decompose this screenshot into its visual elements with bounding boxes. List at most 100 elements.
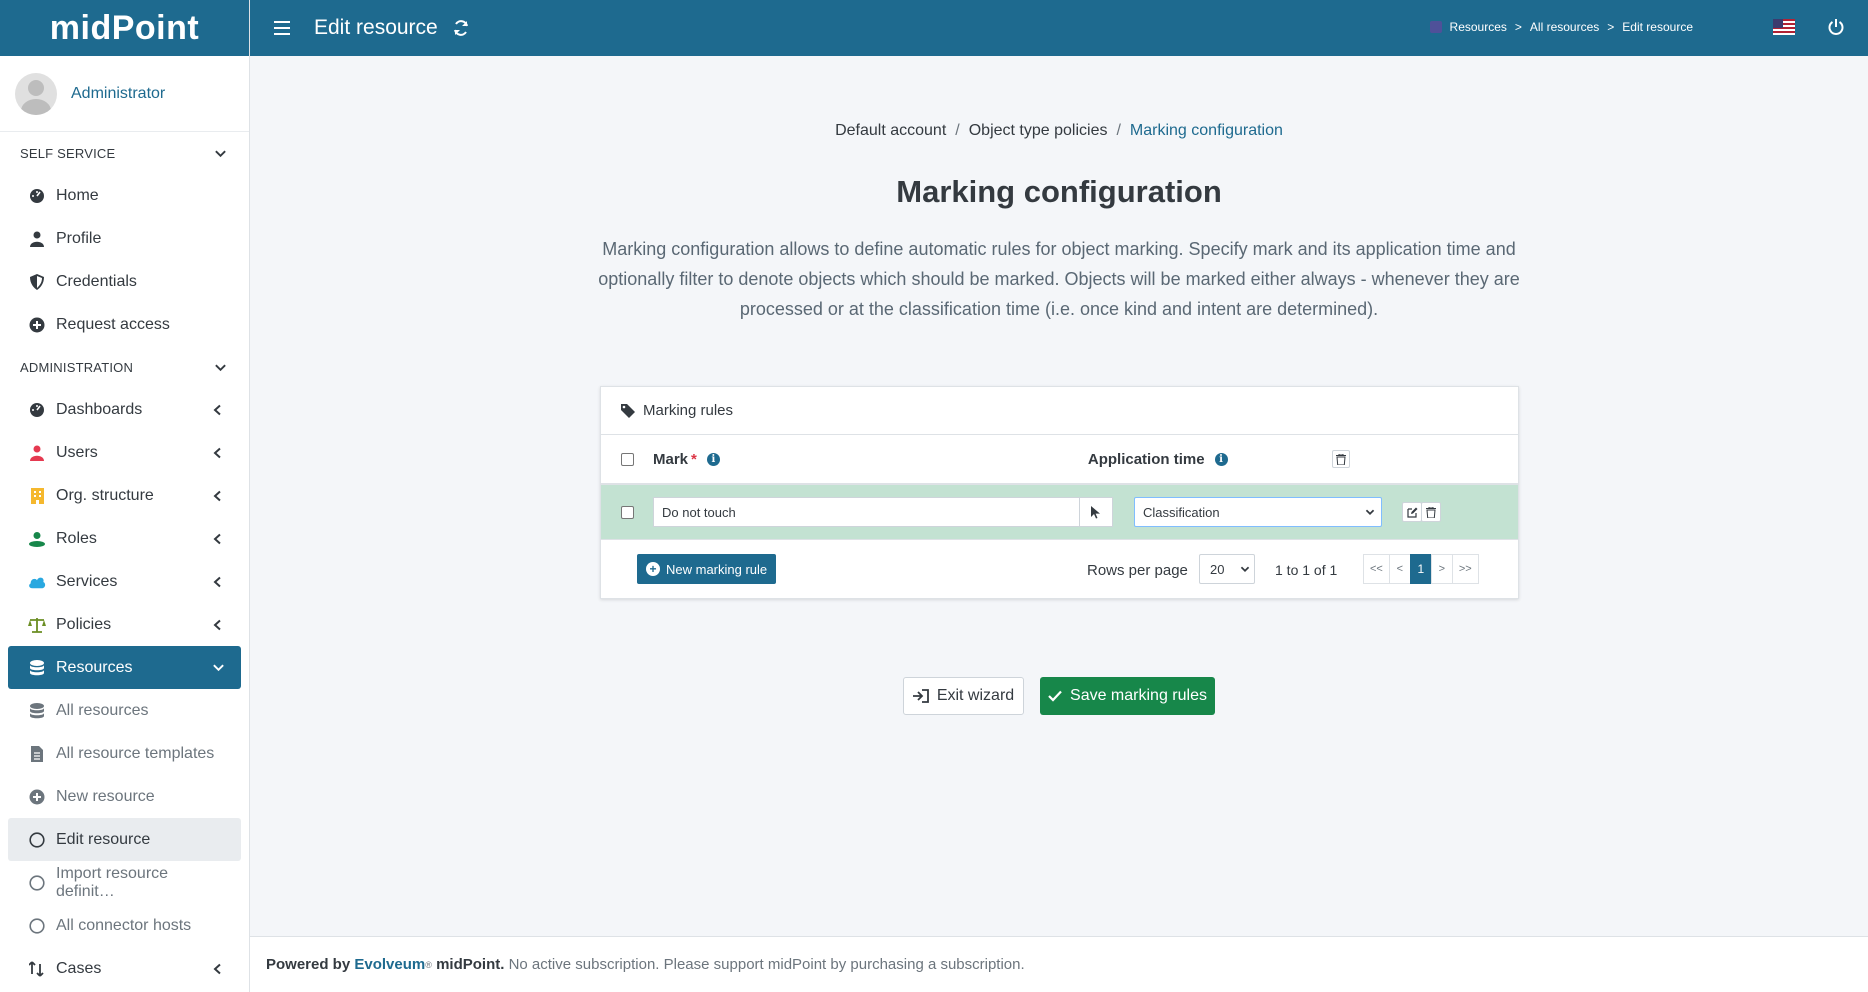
chevron-left-icon — [211, 618, 225, 632]
exit-wizard-button[interactable]: Exit wizard — [903, 677, 1024, 715]
nav-cases-label: Cases — [56, 959, 102, 977]
administration-header[interactable]: ADMINISTRATION — [0, 346, 249, 388]
us-flag-icon[interactable] — [1773, 19, 1795, 35]
rows-per-page-value: 20 — [1210, 561, 1225, 577]
dashboard-icon — [28, 401, 46, 419]
power-icon[interactable] — [1828, 18, 1844, 36]
info-icon[interactable]: i — [706, 452, 720, 466]
nav-cases[interactable]: Cases — [8, 947, 241, 990]
nav-request-access-label: Request access — [56, 315, 170, 333]
save-marking-rules-button[interactable]: Save marking rules — [1040, 677, 1215, 715]
first-page-button[interactable]: << — [1363, 554, 1390, 584]
footer: Powered by Evolveum ® midPoint. No active… — [250, 936, 1868, 992]
nav-policies[interactable]: Policies — [8, 603, 241, 646]
nav-roles-label: Roles — [56, 529, 97, 547]
table-row[interactable]: Do not touch Classification — [601, 485, 1518, 540]
chevron-down-icon — [211, 661, 225, 675]
page-title: Edit resource — [314, 16, 438, 39]
shield-icon — [28, 273, 46, 291]
plus-circle-icon: + — [646, 562, 660, 576]
nav-profile[interactable]: Profile — [8, 217, 241, 260]
nav-services-label: Services — [56, 572, 118, 590]
last-page-button[interactable]: >> — [1451, 554, 1479, 584]
prev-page-button[interactable]: < — [1388, 554, 1411, 584]
avatar — [15, 72, 57, 115]
role-icon — [28, 530, 46, 548]
database-icon — [28, 659, 46, 677]
panel-title: Marking rules — [643, 402, 734, 419]
nav-all-connector-hosts[interactable]: All connector hosts — [8, 904, 241, 947]
circle-icon — [28, 831, 46, 849]
sidebar: midPoint Administrator SELF SERVICE Home… — [0, 0, 250, 992]
nav-roles[interactable]: Roles — [8, 517, 241, 560]
file-icon — [28, 745, 46, 763]
midpoint-logo[interactable]: midPoint — [0, 0, 249, 56]
administration-header-label: ADMINISTRATION — [20, 359, 134, 375]
nav-dashboards[interactable]: Dashboards — [8, 388, 241, 431]
refresh-icon[interactable] — [452, 19, 470, 37]
scale-icon — [28, 616, 46, 634]
mark-field[interactable]: Do not touch — [653, 497, 1113, 527]
check-icon — [1048, 690, 1062, 702]
row-checkbox[interactable] — [621, 505, 634, 519]
circle-icon — [28, 917, 46, 935]
footer-evolveum-link[interactable]: Evolveum — [354, 956, 425, 973]
table-footer: + New marking rule Rows per page 20 1 to… — [601, 540, 1518, 598]
chevron-down-icon — [1240, 566, 1250, 572]
delete-row-button[interactable] — [1421, 502, 1441, 522]
mark-chooser-button[interactable] — [1079, 497, 1113, 527]
footer-reg-mark: ® — [425, 959, 432, 970]
column-mark-label: Mark — [653, 450, 689, 468]
resource-icon — [1429, 21, 1442, 33]
chevron-down-icon — [215, 364, 226, 371]
new-marking-rule-button[interactable]: + New marking rule — [637, 554, 777, 584]
info-icon[interactable]: i — [1214, 452, 1228, 466]
breadcrumb-separator: > — [1514, 20, 1522, 34]
next-page-button[interactable]: > — [1430, 554, 1453, 584]
select-all-checkbox[interactable] — [621, 452, 634, 466]
nav-policies-label: Policies — [56, 615, 112, 633]
nav-home[interactable]: Home — [8, 174, 241, 217]
nav-users[interactable]: Users — [8, 431, 241, 474]
nav-import-resource-definition-label: Import resource definit… — [56, 864, 169, 900]
application-time-value: Classification — [1143, 504, 1220, 520]
nav-credentials[interactable]: Credentials — [8, 260, 241, 303]
user-name-link[interactable]: Administrator — [71, 85, 165, 103]
chevron-down-icon — [215, 150, 226, 157]
edit-icon — [1406, 507, 1417, 518]
chevron-left-icon — [211, 962, 225, 976]
nav-edit-resource[interactable]: Edit resource — [8, 818, 241, 861]
plus-circle-icon — [28, 788, 46, 806]
delete-selected-button[interactable] — [1331, 450, 1350, 468]
nav-import-resource-definition[interactable]: Import resource definit… — [8, 861, 241, 904]
cases-icon — [28, 960, 46, 978]
page-1-button[interactable]: 1 — [1409, 554, 1432, 584]
column-mark: Mark * — [653, 451, 697, 468]
nav-all-resource-templates[interactable]: All resource templates — [8, 732, 241, 775]
pagination: << < 1 > >> — [1363, 554, 1479, 584]
database-icon — [28, 702, 46, 720]
circle-icon — [28, 874, 46, 892]
table-header: Mark * i Application time i — [601, 435, 1518, 485]
application-time-select[interactable]: Classification — [1134, 497, 1382, 527]
nav-new-resource-label: New resource — [56, 787, 155, 805]
chevron-left-icon — [211, 575, 225, 589]
header-breadcrumb-edit-resource: Edit resource — [1622, 20, 1693, 34]
header-breadcrumb-all-resources[interactable]: All resources — [1530, 20, 1599, 34]
edit-row-button[interactable] — [1402, 502, 1422, 522]
self-service-header[interactable]: SELF SERVICE — [0, 132, 249, 174]
marking-rules-panel: Marking rules Mark * i Application time i… — [600, 386, 1519, 599]
hamburger-menu-icon[interactable] — [274, 21, 290, 35]
nav-all-resources[interactable]: All resources — [8, 689, 241, 732]
nav-resources[interactable]: Resources — [8, 646, 241, 689]
nav-request-access[interactable]: Request access — [8, 303, 241, 346]
header-breadcrumb-resources[interactable]: Resources — [1450, 20, 1507, 34]
mark-value: Do not touch — [662, 504, 736, 520]
nav-services[interactable]: Services — [8, 560, 241, 603]
nav-new-resource[interactable]: New resource — [8, 775, 241, 818]
breadcrumb-default-account[interactable]: Default account — [835, 122, 946, 139]
nav-org-structure[interactable]: Org. structure — [8, 474, 241, 517]
header-breadcrumb: Resources > All resources > Edit resourc… — [1429, 20, 1693, 34]
rows-per-page-select[interactable]: 20 — [1199, 554, 1255, 584]
breadcrumb-object-type-policies[interactable]: Object type policies — [969, 122, 1108, 139]
